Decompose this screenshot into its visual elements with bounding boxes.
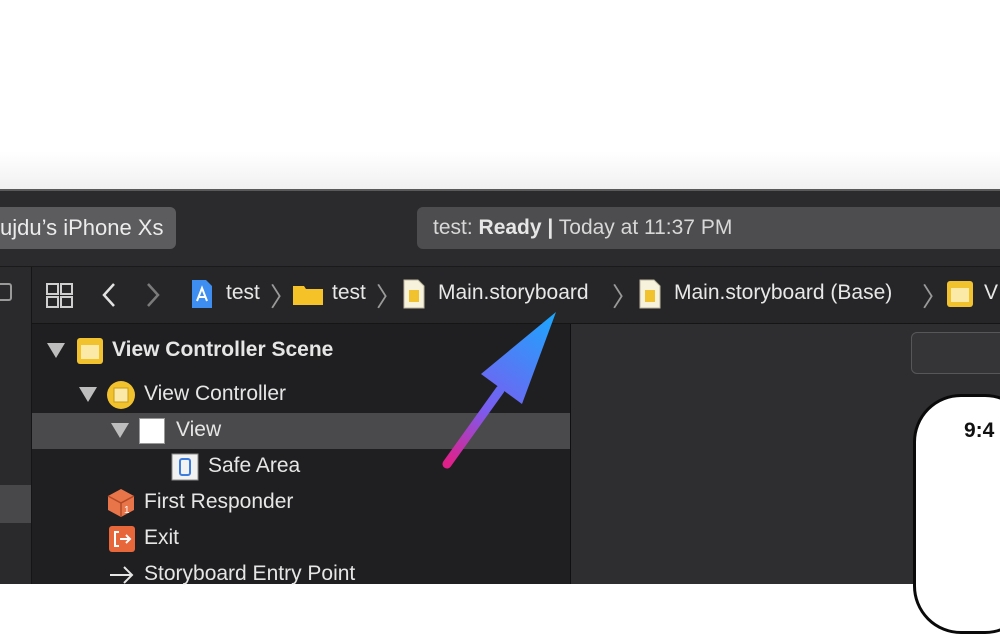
annotation-arrow-icon [442, 312, 556, 469]
